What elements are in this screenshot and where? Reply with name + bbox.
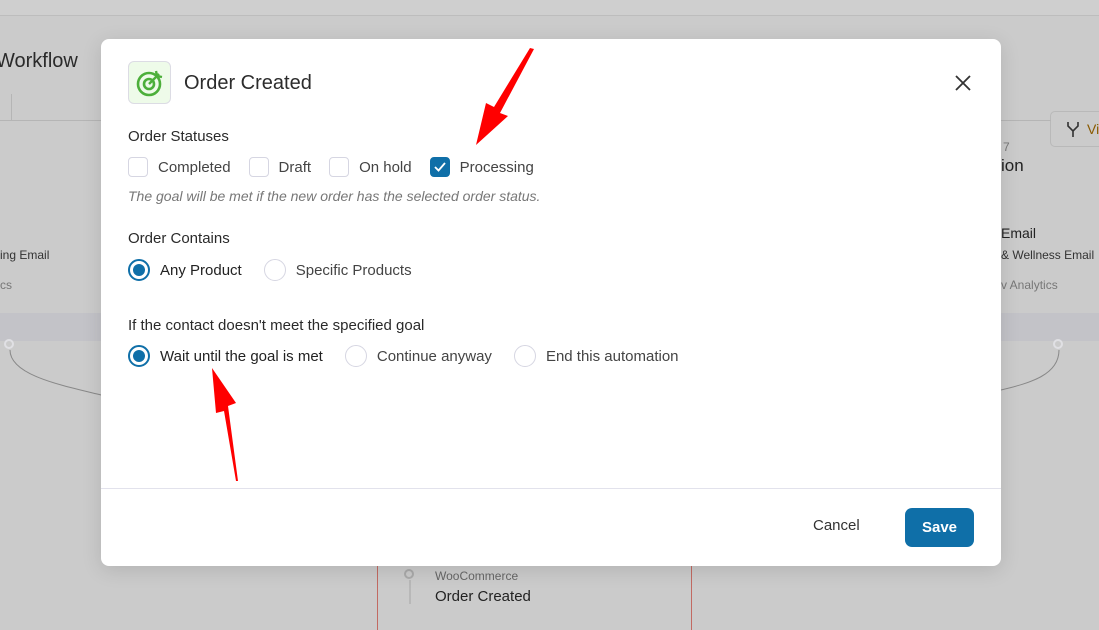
annotation-arrows <box>212 48 534 481</box>
red-arrow-icon <box>476 48 534 145</box>
red-arrow-icon <box>212 368 238 481</box>
